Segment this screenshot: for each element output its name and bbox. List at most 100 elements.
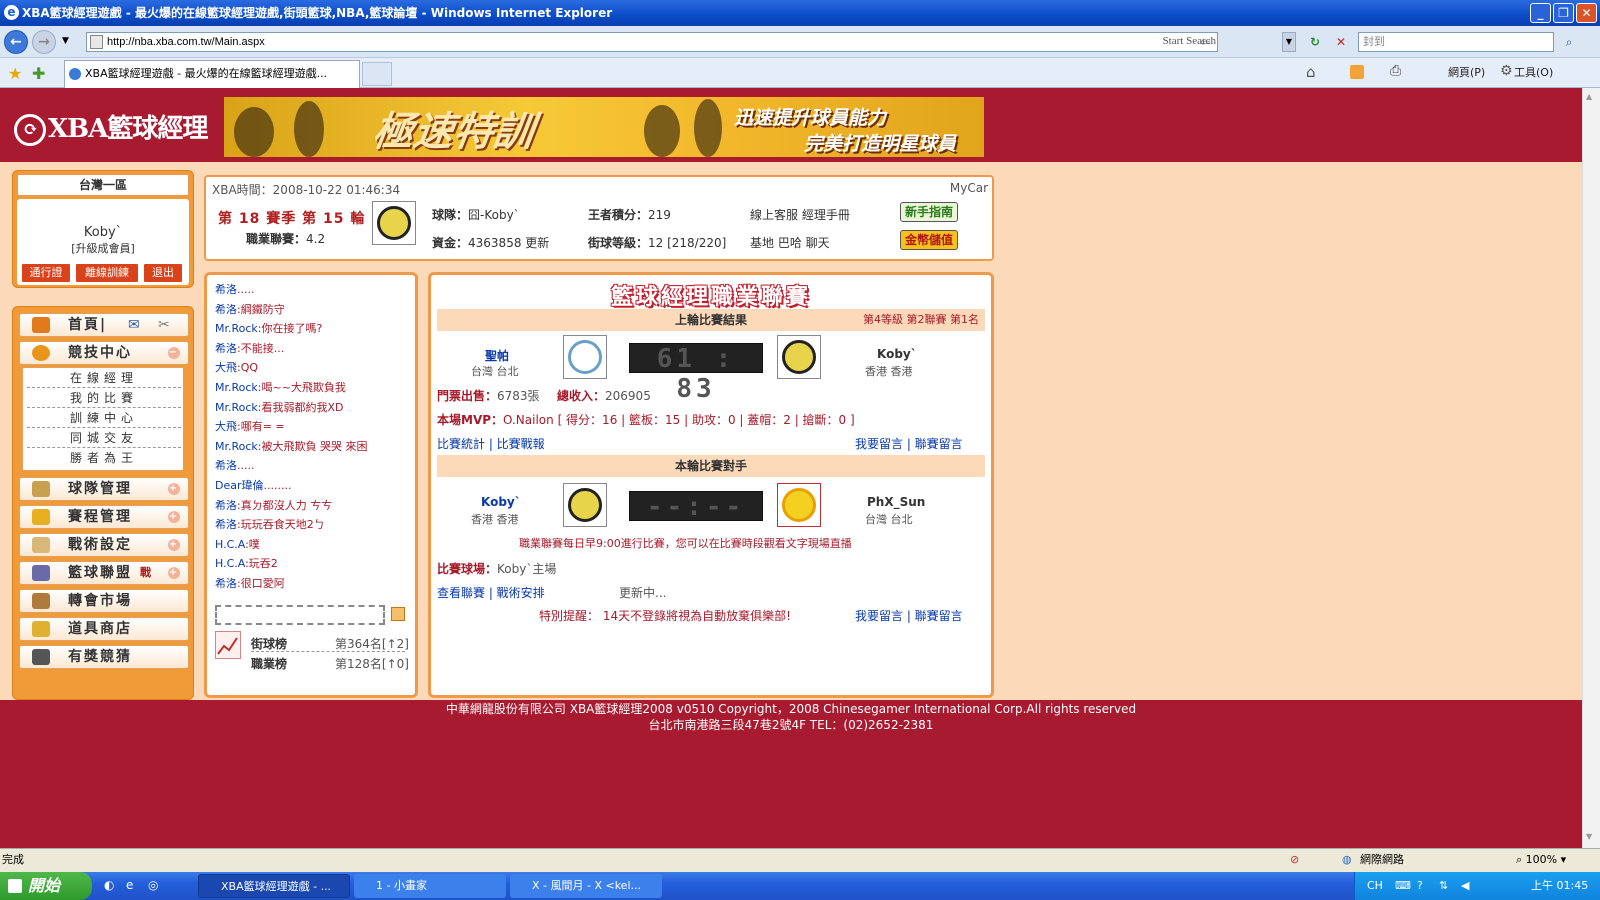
service-links[interactable]: 線上客服 經理手冊 [750,206,850,223]
search-input[interactable]: 封到 [1358,32,1554,52]
submenu-city-friends[interactable]: 同城交友 [27,428,181,448]
gold-topup-button[interactable]: 金幣儲值 [900,230,958,250]
forward-icon[interactable]: → [32,30,56,54]
expand-icon[interactable]: + [168,483,180,495]
menu-league[interactable]: 籃球聯盟戰 + [19,561,189,585]
offline-training-button[interactable]: 離線訓練 [75,263,139,283]
chat-sender[interactable]: Mr.Rock [215,381,258,394]
chat-sender[interactable]: 大飛 [215,420,237,433]
team-value[interactable]: 囧-Koby` [468,208,520,222]
language-indicator[interactable]: CH [1367,872,1383,900]
submenu-online-managers[interactable]: 在線經理 [27,368,181,388]
promo-banner[interactable]: 極速特訓 迅速提升球員能力 完美打造明星球員 [224,97,984,157]
menu-quiz[interactable]: 有獎競猜 [19,645,189,669]
away-team-logo[interactable] [777,335,821,379]
feeds-icon[interactable] [1350,65,1364,79]
chat-send-icon[interactable] [391,607,405,621]
search-icon[interactable]: ⌕ [1560,32,1578,52]
add-favorite-icon[interactable]: ✚ [32,64,45,83]
tools-icon[interactable]: ✂ [158,314,170,336]
chat-sender[interactable]: 希洛 [215,499,237,512]
chat-input[interactable] [215,605,385,625]
print-icon[interactable]: ⎙ [1390,63,1401,79]
refresh-icon[interactable]: ↻ [1304,32,1326,52]
site-logo[interactable]: ⟳ XBA籃球經理 [14,108,208,146]
tab-active[interactable]: XBA籃球經理遊戲 - 最火爆的在線籃球經理遊戲... [64,60,360,88]
maximize-button[interactable]: ❐ [1553,3,1574,23]
start-search-label[interactable]: Start Search [1163,35,1216,47]
menu-team-management[interactable]: 球隊管理 + [19,477,189,501]
zoom-level[interactable]: ⌕ 100% ▾ [1516,849,1566,871]
search-dropdown-icon[interactable]: ▼ [1282,32,1296,52]
collapse-icon[interactable]: − [168,347,180,359]
mail-icon[interactable]: ✉ [128,314,140,336]
street-rank-label[interactable]: 街球榜 [251,635,287,652]
quicklaunch-desktop-icon[interactable]: ◐ [104,878,114,892]
chat-sender[interactable]: H.C.A [215,538,245,551]
funds-update-link[interactable]: 更新 [525,236,549,250]
chat-sender[interactable]: 希洛 [215,459,237,472]
next-away-team-name[interactable]: PhX_Sun [867,495,925,509]
logout-button[interactable]: 退出 [143,263,183,283]
chat-sender[interactable]: 希洛 [215,342,237,355]
upgrade-member-link[interactable]: [升級成會員] [17,240,189,256]
chat-sender[interactable]: Mr.Rock [215,401,258,414]
chat-sender[interactable]: 希洛 [215,518,237,531]
away-team-name[interactable]: Koby` [877,347,917,361]
quicklaunch-browser-icon[interactable]: ◎ [148,878,158,892]
submenu-my-matches[interactable]: 我的比賽 [27,388,181,408]
vertical-scrollbar[interactable]: ▲ ▼ [1582,88,1600,848]
page-menu[interactable]: 網頁(P) [1448,64,1485,80]
team-logo[interactable] [372,201,416,245]
chat-sender[interactable]: Dear瑋倫 [215,479,264,492]
message-links[interactable]: 我要留言 | 聯賽留言 [855,435,963,452]
history-dropdown-icon[interactable]: ▼ [62,36,69,46]
privacy-icon[interactable]: ⊘ [1290,849,1299,871]
chat-sender[interactable]: Mr.Rock [215,322,258,335]
expand-icon[interactable]: + [168,539,180,551]
close-button[interactable]: ✕ [1576,3,1597,23]
network-icon[interactable]: ⇅ [1439,872,1448,900]
league-tactics-links[interactable]: 查看聯賽 | 戰術安排 [437,584,545,601]
match-stats-links[interactable]: 比賽統計 | 比賽戰報 [437,435,545,452]
chat-sender[interactable]: 希洛 [215,303,237,316]
chat-sender[interactable]: Mr.Rock [215,440,258,453]
home-team-name[interactable]: 聖帕 [485,347,509,364]
chat-sender[interactable]: 希洛 [215,283,237,296]
task-chat-window[interactable]: X - 風間月 - X <kel... [510,874,662,898]
help-icon[interactable]: ? [1417,872,1423,900]
stop-icon[interactable]: ✕ [1330,32,1352,52]
next-away-team-logo[interactable] [777,483,821,527]
volume-icon[interactable]: ◀ [1461,872,1469,900]
clock[interactable]: 上午 01:45 [1531,872,1588,900]
home-icon[interactable]: ⌂ [1306,63,1316,81]
pro-rank-label[interactable]: 職業榜 [251,655,287,672]
scroll-up-icon[interactable]: ▲ [1586,92,1592,101]
favorites-star-icon[interactable]: ★ [8,64,22,83]
keyboard-icon[interactable]: ⌨ [1395,872,1411,900]
menu-schedule[interactable]: 賽程管理 + [19,505,189,529]
back-icon[interactable]: ← [4,30,28,54]
base-links[interactable]: 基地 巴哈 聊天 [750,234,830,251]
expand-icon[interactable]: + [168,567,180,579]
expand-icon[interactable]: + [168,511,180,523]
submenu-winner[interactable]: 勝者為王 [27,448,181,468]
beginner-guide-button[interactable]: 新手指南 [900,202,958,222]
menu-item-shop[interactable]: 道具商店 [19,617,189,641]
menu-transfer-market[interactable]: 轉會市場 [19,589,189,613]
url-input[interactable]: http://nba.xba.com.tw/Main.aspx [86,32,1218,52]
task-paint-window[interactable]: 1 - 小畫家 [354,874,506,898]
scroll-down-icon[interactable]: ▼ [1586,832,1592,841]
home-team-logo[interactable] [563,335,607,379]
passport-button[interactable]: 通行證 [21,263,71,283]
submenu-training-center[interactable]: 訓練中心 [27,408,181,428]
message-links-2[interactable]: 我要留言 | 聯賽留言 [855,607,963,624]
quicklaunch-ie-icon[interactable]: e [126,878,133,892]
menu-arena[interactable]: 競技中心 − [19,341,189,365]
start-button[interactable]: 開始 [0,872,92,900]
menu-tactics[interactable]: 戰術設定 + [19,533,189,557]
new-tab-button[interactable] [362,62,392,86]
chat-sender[interactable]: H.C.A [215,557,245,570]
chat-sender[interactable]: 大飛 [215,361,237,374]
next-home-team-logo[interactable] [563,483,607,527]
